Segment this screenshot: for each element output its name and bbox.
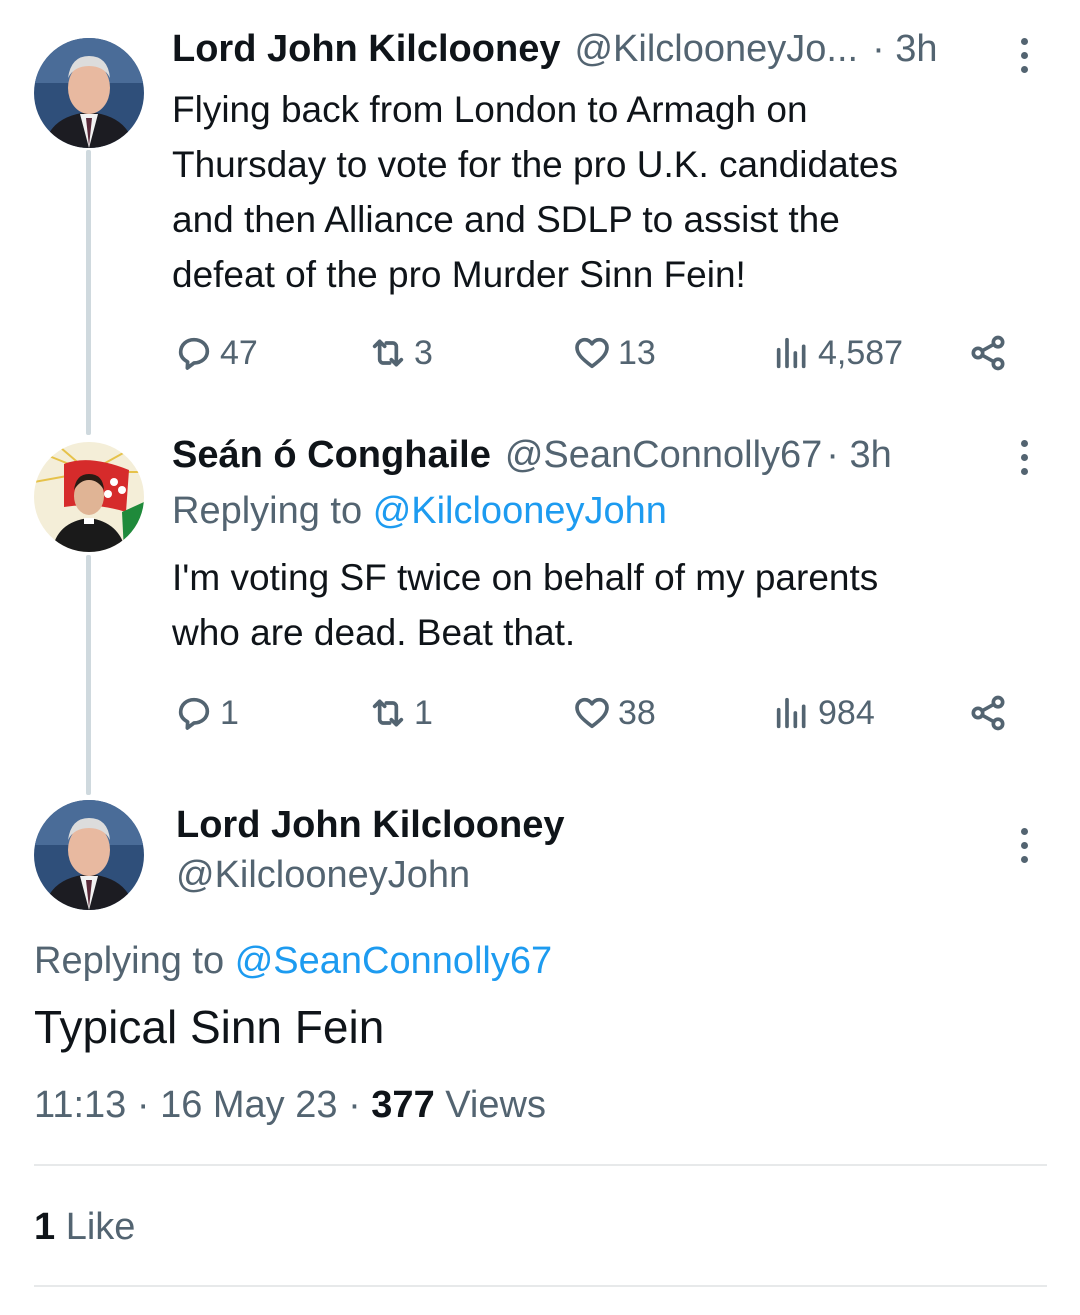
more-options-icon[interactable] <box>1014 440 1034 475</box>
likes-count: 1 <box>34 1206 56 1248</box>
views-count: 377 <box>371 1084 435 1126</box>
share-icon <box>971 335 1005 371</box>
more-options-icon[interactable] <box>1014 828 1034 863</box>
author-handle[interactable]: @KilclooneyJo... <box>574 28 858 71</box>
author-name[interactable]: Seán ó Conghaile <box>172 434 491 477</box>
views-icon <box>776 337 806 369</box>
tweet-text-line: defeat of the pro Murder Sinn Fein! <box>172 254 746 295</box>
retweet-button[interactable]: 3 <box>368 333 433 373</box>
meta-separator: · <box>136 1084 150 1126</box>
divider <box>34 1164 1047 1166</box>
views-count: 984 <box>818 693 875 732</box>
reply-count: 47 <box>220 333 258 372</box>
views-icon <box>776 697 806 729</box>
views-button[interactable]: 984 <box>772 693 875 733</box>
retweet-icon <box>372 699 404 727</box>
tweet-text: Typical Sinn Fein <box>34 1001 385 1053</box>
replying-to-link[interactable]: @KilclooneyJohn <box>373 490 667 532</box>
views-count: 4,587 <box>818 333 904 372</box>
thread-connector <box>86 555 91 795</box>
like-button[interactable]: 38 <box>572 693 656 733</box>
tweet-time[interactable]: · 3h <box>872 28 937 71</box>
views-button[interactable]: 4,587 <box>772 333 903 373</box>
like-count: 38 <box>618 693 656 732</box>
tweet-date[interactable]: 16 May 23 <box>160 1084 337 1126</box>
replying-to: Replying to @SeanConnolly67 <box>34 940 552 983</box>
heart-icon <box>575 697 609 729</box>
divider <box>34 1285 1047 1287</box>
like-count: 13 <box>618 333 656 372</box>
share-icon <box>971 695 1005 731</box>
reply-count: 1 <box>220 693 239 732</box>
thread-connector <box>86 150 91 435</box>
reply-icon <box>178 337 210 370</box>
replying-to-label: Replying to <box>34 940 225 982</box>
replying-to-link[interactable]: @SeanConnolly67 <box>235 940 552 982</box>
author-name[interactable]: Lord John Kilclooney <box>176 804 564 847</box>
author-handle[interactable]: @KilclooneyJohn <box>176 854 470 897</box>
like-button[interactable]: 13 <box>572 333 656 373</box>
retweet-button[interactable]: 1 <box>368 693 433 733</box>
tweet-time[interactable]: · 3h <box>826 434 891 477</box>
reply-button[interactable]: 47 <box>174 333 258 373</box>
share-button[interactable] <box>968 693 1008 733</box>
retweet-icon <box>372 339 404 367</box>
tweet-text-line: who are dead. Beat that. <box>172 612 576 653</box>
likes-label: Like <box>65 1206 136 1248</box>
likes-summary[interactable]: 1 Like <box>34 1206 135 1249</box>
tweet-text: Flying back from London to Armagh on Thu… <box>172 82 1052 302</box>
tweet-text: I'm voting SF twice on behalf of my pare… <box>172 550 1052 660</box>
tweet-text-line: and then Alliance and SDLP to assist the <box>172 199 840 240</box>
reply-button[interactable]: 1 <box>174 693 239 733</box>
reply-icon <box>178 697 210 730</box>
avatar[interactable] <box>34 38 144 148</box>
heart-icon <box>575 337 609 369</box>
replying-to-label: Replying to <box>172 490 363 532</box>
replying-to: Replying to @KilclooneyJohn <box>172 490 667 533</box>
tweet-text-line: Thursday to vote for the pro U.K. candid… <box>172 144 898 185</box>
retweet-count: 3 <box>414 333 433 372</box>
tweet-text-line: Flying back from London to Armagh on <box>172 89 808 130</box>
views-label: Views <box>445 1084 546 1126</box>
avatar[interactable] <box>34 800 144 910</box>
author-name[interactable]: Lord John Kilclooney <box>172 28 560 71</box>
avatar[interactable] <box>34 442 144 552</box>
tweet-meta: 11:13 · 16 May 23 · 377 Views <box>34 1084 546 1127</box>
tweet-text-line: I'm voting SF twice on behalf of my pare… <box>172 557 879 598</box>
retweet-count: 1 <box>414 693 433 732</box>
author-handle[interactable]: @SeanConnolly67 <box>505 434 822 477</box>
share-button[interactable] <box>968 333 1008 373</box>
tweet-timestamp[interactable]: 11:13 <box>34 1084 126 1126</box>
meta-separator: · <box>348 1084 361 1126</box>
more-options-icon[interactable] <box>1014 38 1034 73</box>
